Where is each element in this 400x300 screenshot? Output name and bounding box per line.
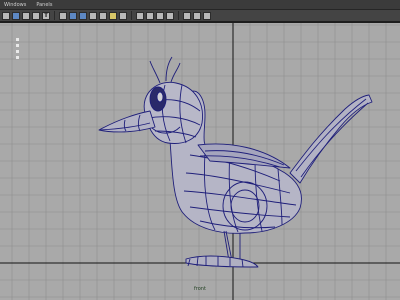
safe-action-icon[interactable] (109, 11, 117, 20)
manip-dot-icon (16, 50, 19, 53)
toolbar-separator (131, 11, 132, 20)
bookmark-icon[interactable] (22, 11, 30, 20)
viewport-canvas (0, 23, 400, 300)
grid-icon[interactable] (59, 11, 67, 20)
menu-windows[interactable]: Windows (4, 0, 26, 9)
image-plane-icon[interactable] (32, 11, 40, 20)
toolbar-separator (178, 11, 179, 20)
lights-icon[interactable] (166, 11, 174, 20)
bird-wireframe-model (98, 56, 373, 268)
isolate-select-icon[interactable] (193, 11, 201, 20)
camera-name-label: front (194, 286, 206, 292)
select-camera-icon[interactable] (2, 11, 10, 20)
manip-dot-icon (16, 38, 19, 41)
panel-toolbar: T (0, 10, 400, 22)
menu-panels[interactable]: Panels (36, 0, 52, 9)
panel-menu-bar: Windows Panels (0, 0, 400, 10)
film-gate-icon[interactable] (69, 11, 77, 20)
text-t-glyph: T (43, 11, 49, 19)
text-t-icon[interactable]: T (42, 11, 50, 20)
field-chart-icon[interactable] (99, 11, 107, 20)
camera-attributes-icon[interactable] (12, 11, 20, 20)
smooth-shade-icon[interactable] (146, 11, 154, 20)
manip-dot-icon (16, 44, 19, 47)
textured-icon[interactable] (156, 11, 164, 20)
gate-mask-icon[interactable] (89, 11, 97, 20)
viewport-manipulator-icons (16, 38, 19, 59)
xray-icon[interactable] (183, 11, 191, 20)
front-viewport[interactable]: front (0, 23, 400, 300)
manip-dot-icon (16, 56, 19, 59)
toolbar-separator (54, 11, 55, 20)
wireframe-icon[interactable] (136, 11, 144, 20)
hud-icon[interactable] (203, 11, 211, 20)
safe-title-icon[interactable] (119, 11, 127, 20)
resolution-gate-icon[interactable] (79, 11, 87, 20)
